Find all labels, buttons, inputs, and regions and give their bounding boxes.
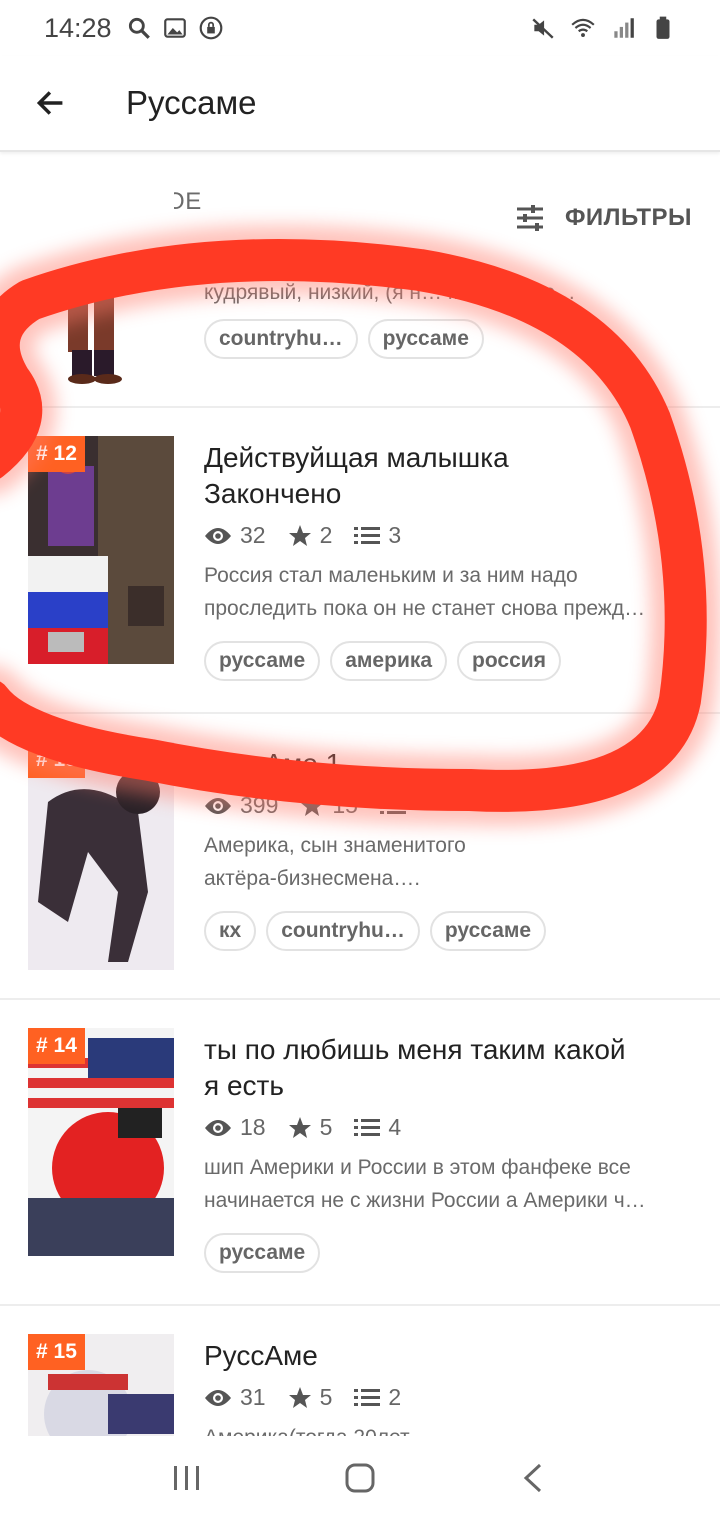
list-icon — [354, 526, 381, 544]
story-stats: 18 5 4 — [204, 1114, 692, 1141]
tag-chip[interactable]: америка — [330, 641, 448, 681]
star-icon — [288, 1386, 311, 1408]
eye-icon — [205, 1389, 231, 1406]
app-bar: Руссаме — [0, 56, 720, 152]
tag-list: кх countryhu… руссаме — [204, 911, 692, 951]
parts-count: 2 — [388, 1384, 402, 1410]
story-title[interactable]: РуссАме — [204, 1338, 692, 1374]
home-icon — [345, 1463, 375, 1493]
tag-list: руссаме — [204, 1233, 692, 1273]
story-stats: 399 15 — [204, 792, 692, 819]
story-title[interactable]: ты по любишь меня таким какой я есть — [204, 1032, 692, 1104]
list-icon — [354, 1388, 381, 1406]
wifi-icon — [571, 18, 595, 37]
tag-chip[interactable]: руссаме — [204, 1233, 321, 1273]
story-description: Россия стал маленьким и за ним надо прос… — [204, 564, 646, 620]
story-description: кудрявый, низкий, (я н… когда в рус… — [204, 281, 576, 304]
eye-icon — [205, 1119, 231, 1136]
filter-sliders-icon — [516, 205, 543, 231]
story-description: Америка(тогда 20лет… — [204, 1421, 692, 1436]
arrow-back-icon — [36, 91, 63, 115]
tag-chip[interactable]: руссаме — [429, 911, 547, 951]
story-cover — [28, 172, 174, 400]
lock-circle-icon — [199, 16, 222, 40]
rank-badge: # 13 — [28, 742, 85, 778]
views-count: 32 — [240, 522, 266, 548]
story-description: шип Америки и России в этом фанфеке все … — [204, 1156, 646, 1212]
status-bar: 14:28 — [0, 0, 720, 56]
rank-badge: # 15 — [28, 1334, 85, 1370]
story-cover: # 14 — [28, 1028, 174, 1256]
votes-count: 2 — [319, 522, 333, 548]
story-cover: # 12 — [28, 436, 174, 664]
story-title[interactable]: Действуйщая малышка Закончено — [204, 440, 692, 512]
chevron-left-icon — [524, 1463, 542, 1493]
views-count: 399 — [240, 792, 279, 818]
tag-chip[interactable]: россия — [457, 641, 561, 681]
parts-count: 4 — [388, 1114, 402, 1140]
rank-badge: # 12 — [28, 436, 85, 472]
star-icon — [288, 524, 311, 546]
recents-button[interactable] — [157, 1448, 217, 1508]
list-icon — [354, 1118, 381, 1136]
battery-icon — [656, 16, 670, 39]
story-stats: 32 2 3 — [204, 522, 692, 549]
list-icon — [379, 796, 406, 814]
story-item[interactable]: # 13 РуссАме 1 399 15 Америка, сын знаме… — [0, 714, 720, 1000]
back-button[interactable] — [0, 55, 100, 151]
status-time: 14:28 — [44, 12, 112, 43]
tag-chip[interactable]: руссаме — [204, 641, 321, 681]
eye-icon — [205, 527, 231, 544]
system-nav-bar — [0, 1436, 720, 1520]
tag-chip[interactable]: кх — [204, 911, 257, 951]
recents-icon — [173, 1466, 199, 1490]
votes-count: 5 — [319, 1384, 333, 1410]
signal-icon — [614, 18, 634, 38]
rank-badge: # 14 — [28, 1028, 85, 1064]
votes-count: 5 — [319, 1114, 333, 1140]
eye-icon — [205, 797, 231, 814]
story-cover: # 15 — [28, 1334, 174, 1436]
page-title: Руссаме — [126, 84, 257, 121]
tag-list: руссаме америка россия — [204, 641, 692, 681]
back-nav-button[interactable] — [503, 1448, 563, 1508]
home-button[interactable] — [330, 1448, 390, 1508]
gallery-icon — [163, 18, 186, 38]
star-icon — [301, 794, 324, 816]
votes-count: 15 — [332, 792, 358, 818]
story-item[interactable]: кудрявый, низкий, (я н… когда в рус… cou… — [0, 172, 720, 408]
story-stats: 31 5 2 — [204, 1384, 692, 1411]
story-title[interactable]: РуссАме 1 — [204, 746, 692, 782]
tag-chip[interactable]: countryhu… — [266, 911, 420, 951]
filters-label: ФИЛЬТРЫ — [564, 204, 692, 231]
mute-icon — [532, 18, 554, 39]
star-icon — [288, 1116, 311, 1138]
views-count: 31 — [240, 1384, 266, 1410]
story-description: Америка, сын знаменитого актёра-бизнесме… — [204, 834, 466, 890]
filters-button[interactable]: ФИЛЬТРЫ — [515, 204, 692, 232]
tag-list: countryhu… руссаме — [204, 319, 692, 359]
story-item[interactable]: # 15 РуссАме 31 5 2 Америка(тогда 20лет… — [0, 1306, 720, 1436]
tag-chip[interactable]: руссаме — [367, 319, 484, 359]
story-cover: # 13 — [28, 742, 174, 970]
story-item[interactable]: # 12 Действуйщая малышка Закончено 32 2 … — [0, 408, 720, 714]
parts-count: 3 — [388, 522, 402, 548]
tag-chip[interactable]: countryhu… — [204, 319, 358, 359]
story-item[interactable]: # 14 ты по любишь меня таким какой я ест… — [0, 1000, 720, 1306]
search-icon — [128, 17, 150, 39]
views-count: 18 — [240, 1114, 266, 1140]
